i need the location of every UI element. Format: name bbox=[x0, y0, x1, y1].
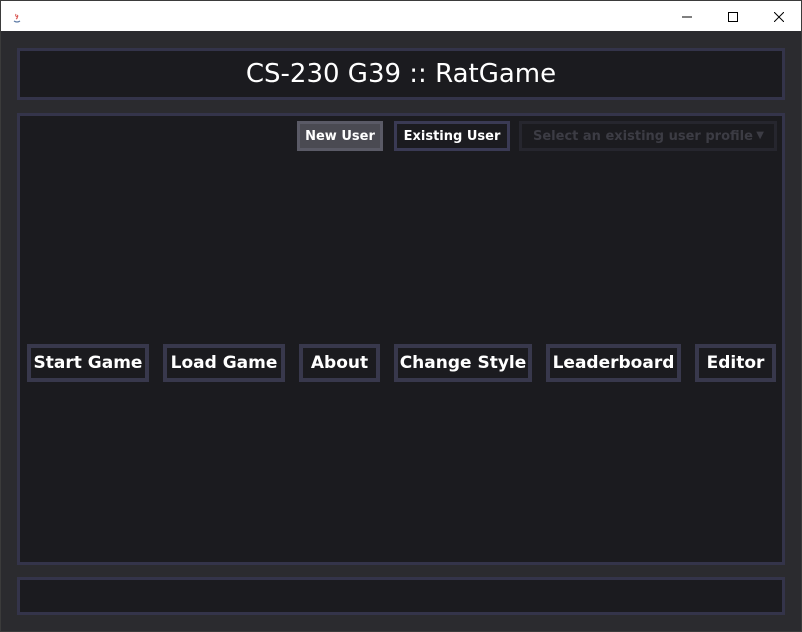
app-window: CS-230 G39 :: RatGame New User Existing … bbox=[0, 0, 802, 632]
footer-panel bbox=[17, 577, 785, 615]
editor-button[interactable]: Editor bbox=[695, 344, 776, 382]
about-button[interactable]: About bbox=[299, 344, 380, 382]
main-panel bbox=[17, 113, 785, 565]
existing-user-button[interactable]: Existing User bbox=[394, 121, 510, 151]
new-user-button[interactable]: New User bbox=[297, 121, 383, 151]
load-game-button[interactable]: Load Game bbox=[163, 344, 285, 382]
header-panel: CS-230 G39 :: RatGame bbox=[17, 48, 785, 100]
maximize-icon bbox=[728, 7, 738, 26]
title-bar[interactable] bbox=[1, 1, 801, 31]
chevron-down-icon: ▼ bbox=[756, 130, 764, 141]
minimize-icon bbox=[682, 7, 692, 26]
maximize-button[interactable] bbox=[710, 1, 756, 31]
page-title: CS-230 G39 :: RatGame bbox=[245, 59, 557, 89]
minimize-button[interactable] bbox=[664, 1, 710, 31]
start-game-button[interactable]: Start Game bbox=[27, 344, 149, 382]
java-icon bbox=[11, 9, 23, 23]
change-style-button[interactable]: Change Style bbox=[394, 344, 532, 382]
app-content: CS-230 G39 :: RatGame New User Existing … bbox=[1, 31, 801, 631]
user-profile-select[interactable]: Select an existing user profile ▼ bbox=[519, 121, 777, 151]
close-icon bbox=[773, 7, 785, 26]
leaderboard-button[interactable]: Leaderboard bbox=[546, 344, 681, 382]
profile-select-placeholder: Select an existing user profile bbox=[533, 128, 753, 144]
close-button[interactable] bbox=[756, 1, 802, 31]
